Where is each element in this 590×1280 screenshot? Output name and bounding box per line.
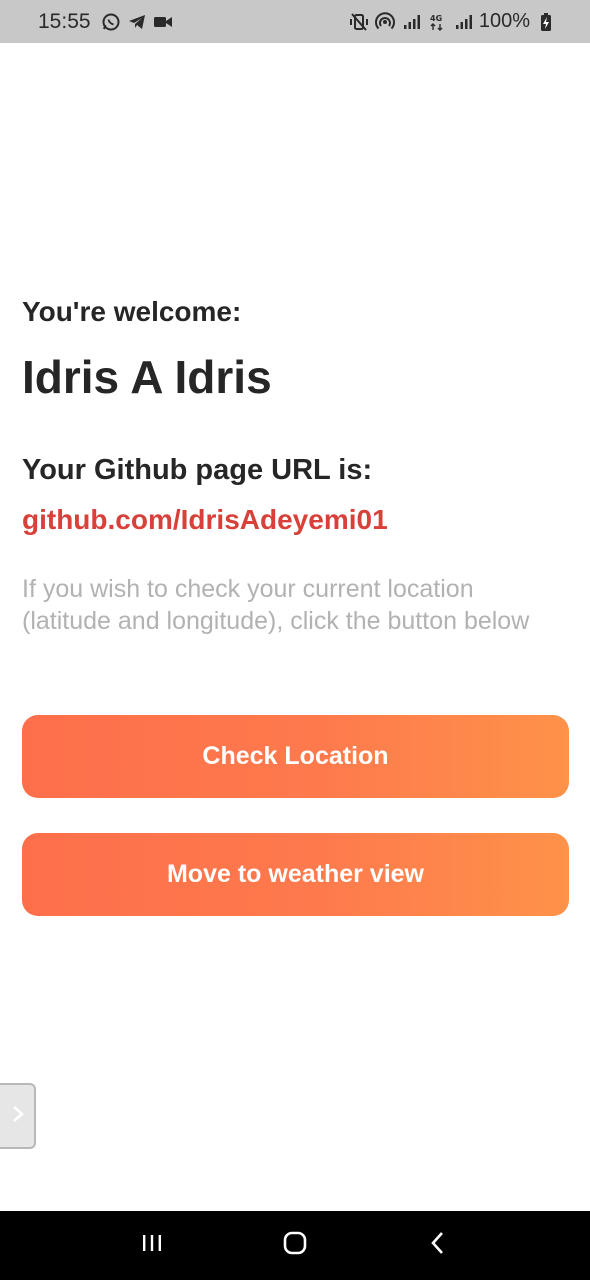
svg-text:4G: 4G	[430, 14, 442, 23]
signal-icon	[453, 12, 473, 32]
hotspot-icon	[374, 11, 395, 32]
signal-icon	[401, 12, 421, 32]
welcome-label: You're welcome:	[22, 296, 242, 327]
weather-view-button[interactable]: Move to weather view	[22, 833, 569, 916]
status-time: 15:55	[38, 9, 91, 33]
recents-icon	[138, 1229, 166, 1262]
chevron-right-icon	[11, 1104, 25, 1129]
status-bar: 15:55 4G 100%	[0, 0, 590, 43]
whatsapp-icon	[101, 12, 121, 32]
4g-icon: 4G	[427, 12, 447, 32]
recents-button[interactable]	[122, 1216, 182, 1276]
vibrate-mute-icon	[349, 12, 369, 32]
status-right: 4G 100%	[349, 10, 556, 33]
status-left: 15:55	[38, 10, 173, 34]
back-button[interactable]	[408, 1216, 468, 1276]
battery-level: 100%	[478, 10, 530, 32]
home-button[interactable]	[265, 1216, 325, 1276]
telegram-icon	[127, 12, 147, 32]
github-label: Your Github page URL is:	[22, 454, 373, 486]
home-icon	[281, 1229, 309, 1262]
battery-charging-icon	[536, 12, 556, 32]
check-location-button[interactable]: Check Location	[22, 715, 569, 798]
user-name: Idris A Idris	[22, 351, 272, 403]
edge-panel-handle[interactable]	[0, 1083, 36, 1149]
github-url-link[interactable]: github.com/IdrisAdeyemi01	[22, 504, 388, 536]
location-hint: If you wish to check your current locati…	[22, 575, 530, 635]
back-icon	[424, 1229, 452, 1262]
video-icon	[153, 12, 173, 32]
navigation-bar	[0, 1211, 590, 1280]
